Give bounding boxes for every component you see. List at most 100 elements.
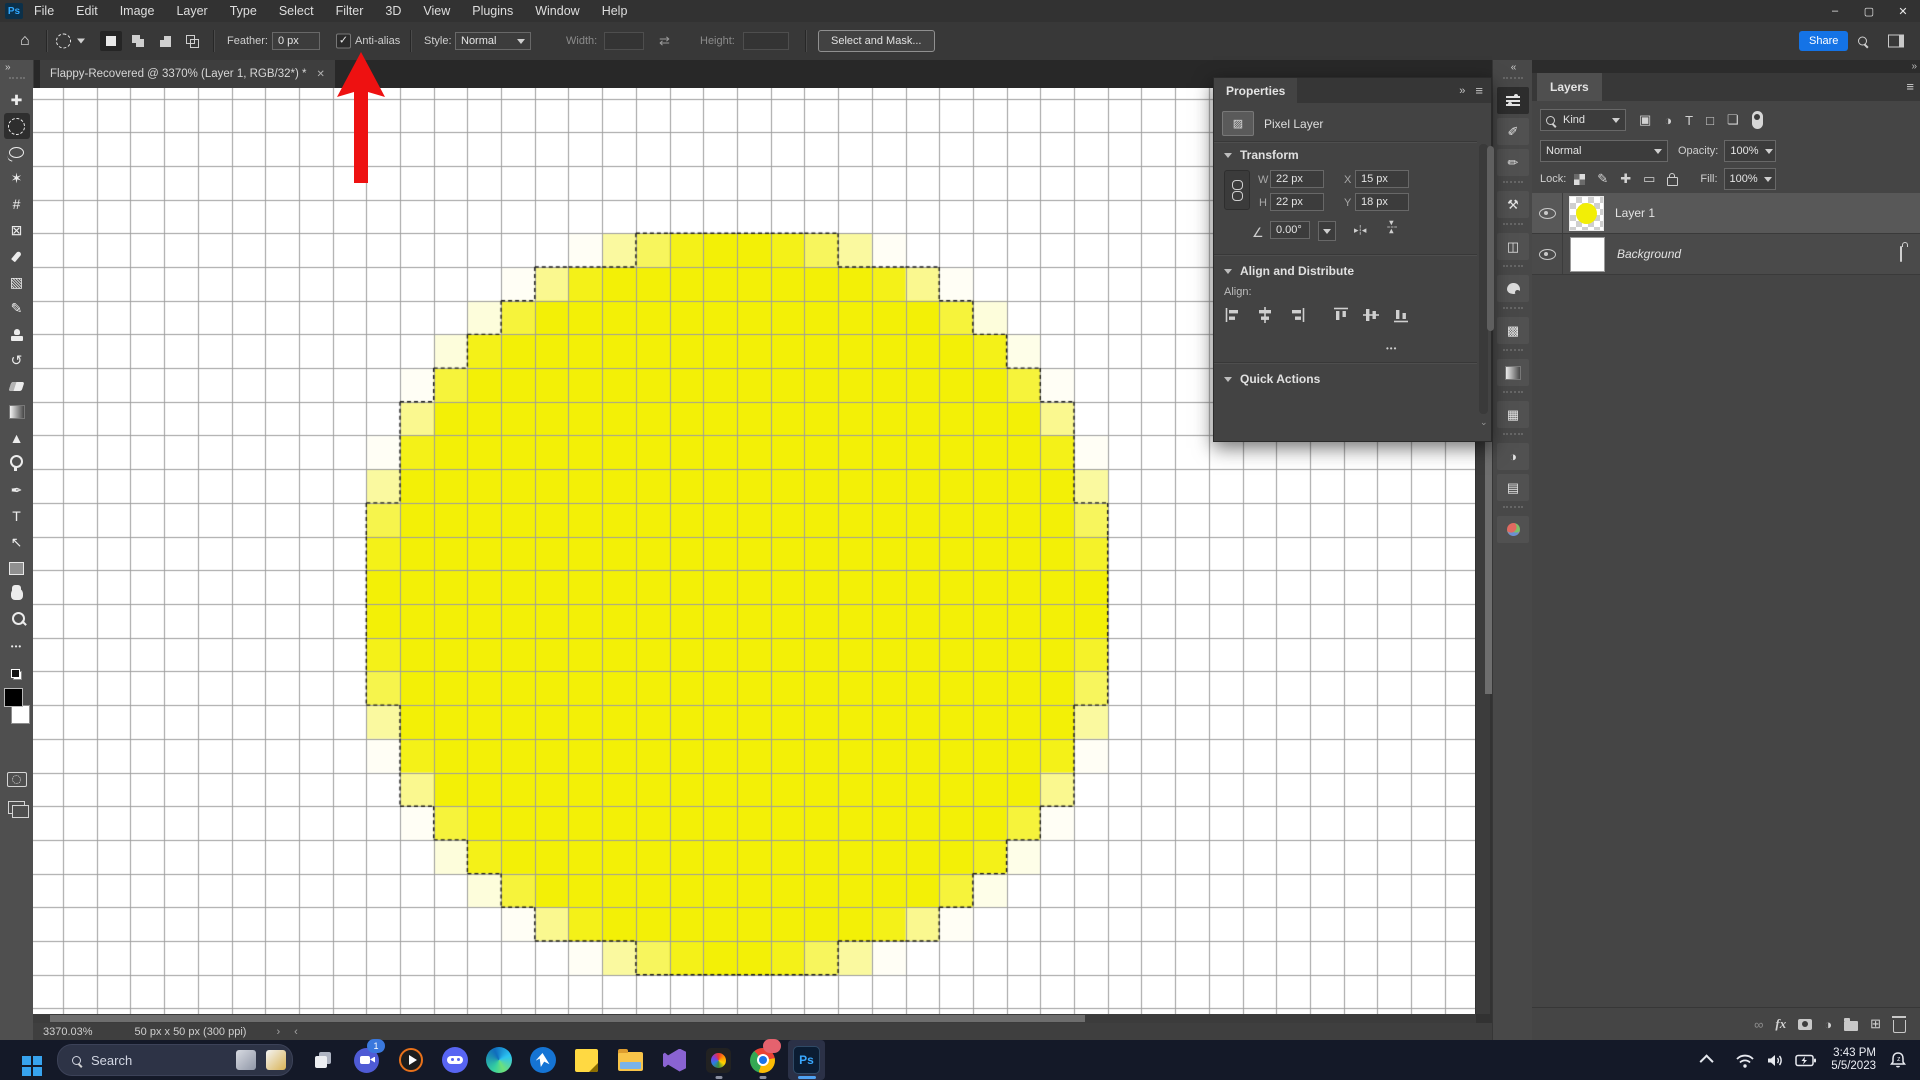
layer-effects-icon[interactable]: fx [1775,1016,1786,1032]
menu-plugins[interactable]: Plugins [461,0,524,22]
taskbar-media-player-icon[interactable] [397,1043,424,1077]
object-selection-tool[interactable]: ✶ [4,165,30,191]
tool-presets-panel-tab[interactable]: ⚒ [1497,191,1529,218]
screen-mode-button[interactable] [8,801,25,814]
layers-tab[interactable]: Layers [1537,73,1602,101]
align-more-icon[interactable]: ••• [1386,344,1397,353]
layer-thumbnail[interactable] [1570,237,1605,272]
anti-alias-checkbox[interactable]: ✓ [336,34,351,49]
foreground-color-swatch[interactable] [4,688,23,707]
start-button[interactable] [22,1056,31,1065]
horizontal-scrollbar[interactable] [33,1014,1476,1023]
taskbar-photoshop-icon[interactable]: Ps [793,1043,820,1077]
creative-cloud-panel-tab[interactable] [1497,516,1529,543]
rotation-input[interactable]: 0.00° [1270,221,1310,239]
dodge-tool[interactable] [4,451,30,477]
gradients-panel-tab[interactable] [1497,359,1529,386]
taskbar-search[interactable]: Search [57,1044,293,1076]
link-layers-icon[interactable]: ∞ [1754,1017,1763,1032]
path-select-tool[interactable]: ↖ [4,529,30,555]
layers-collapse-icon[interactable]: » [1911,61,1916,72]
menu-file[interactable]: File [23,0,65,22]
zoom-level[interactable]: 3370.03% [43,1026,93,1038]
kind-filter-select[interactable]: Kind [1540,109,1626,131]
x-value-input[interactable]: 15 px [1355,170,1409,188]
align-center-horizontal-button[interactable] [1256,306,1274,324]
taskbar-discord-icon[interactable] [441,1043,468,1077]
properties-tab[interactable]: Properties [1214,78,1297,103]
new-group-icon[interactable] [1844,1018,1858,1031]
libraries-panel-tab[interactable]: ▤ [1497,474,1529,501]
toolbar-grip[interactable] [9,77,25,84]
search-icon[interactable] [1858,37,1867,46]
scroll-down-icon[interactable]: ⌄ [1480,417,1488,428]
tab-close-icon[interactable]: ✕ [317,69,325,80]
width-input[interactable] [604,32,644,50]
align-left-button[interactable] [1224,306,1242,324]
horizontal-scrollbar-thumb[interactable] [50,1015,1085,1022]
filter-toggle-icon[interactable] [1752,111,1763,129]
menu-layer[interactable]: Layer [165,0,218,22]
tray-expand-icon[interactable] [1700,1054,1714,1068]
rectangle-tool[interactable] [4,555,30,581]
share-button[interactable]: Share [1799,31,1848,51]
properties-scrollbar[interactable]: ⌄ [1479,144,1488,414]
zoom-tool[interactable] [4,607,30,633]
pen-tool[interactable]: ✒ [4,477,30,503]
healing-brush-tool[interactable]: ▧ [4,269,30,295]
taskbar-task-view-icon[interactable] [309,1043,336,1077]
clock[interactable]: 3:43 PM 5/5/2023 [1831,1047,1876,1073]
more-tools-tool[interactable]: ••• [4,633,30,659]
flip-vertical-icon[interactable]: ▸┆◂ [1386,221,1397,232]
brush-settings-panel-tab[interactable]: ✐ [1497,118,1529,145]
eraser-tool[interactable] [4,373,30,399]
layer-row-layer-1[interactable]: Layer 1 [1532,193,1920,234]
background-color-swatch[interactable] [11,705,30,724]
menu-window[interactable]: Window [524,0,590,22]
hand-tool[interactable] [4,581,30,607]
layer-visibility-toggle[interactable] [1532,193,1563,233]
close-button[interactable]: ✕ [1886,0,1920,22]
type-tool[interactable]: T [4,503,30,529]
filter-type-layers-icon[interactable]: T [1685,113,1693,128]
select-and-mask-button[interactable]: Select and Mask... [818,30,935,52]
align-bottom-button[interactable] [1392,306,1410,324]
dock-collapse-icon[interactable]: « [1511,62,1516,73]
blend-mode-select[interactable]: Normal [1540,140,1668,162]
tool-preset-picker[interactable] [56,34,85,49]
3d-panel-tab[interactable]: ◫ [1497,233,1529,260]
filter-shape-layers-icon[interactable]: □ [1706,113,1714,128]
default-colors-widget[interactable] [11,669,22,680]
lock-pixels-icon[interactable]: ✎ [1597,171,1608,187]
filter-adjustment-layers-icon[interactable]: ◑ [1664,113,1672,128]
align-right-button[interactable] [1288,306,1306,324]
lasso-tool[interactable] [4,139,30,165]
maximize-button[interactable]: ▢ [1852,0,1886,22]
layer-row-background[interactable]: Background [1532,234,1920,275]
properties-scrollbar-thumb[interactable] [1487,146,1494,331]
lock-artboard-icon[interactable]: ▭ [1643,171,1655,187]
menu-type[interactable]: Type [219,0,268,22]
add-to-selection-button[interactable] [127,31,149,51]
elliptical-marquee-tool[interactable] [4,113,30,139]
quick-mask-button[interactable] [7,772,27,787]
toolbar-expand-icon[interactable]: » [5,62,10,73]
new-selection-button[interactable] [100,31,122,51]
taskbar-sticky-notes-icon[interactable] [573,1043,600,1077]
lock-position-icon[interactable]: ✚ [1620,171,1631,187]
quick-actions-header[interactable]: Quick Actions [1224,372,1320,386]
rotation-select[interactable] [1318,221,1336,241]
menu-edit[interactable]: Edit [65,0,109,22]
layers-menu-icon[interactable]: ≡ [1906,79,1914,94]
brush-tool[interactable]: ✎ [4,295,30,321]
style-select[interactable]: Normal [455,32,531,50]
taskbar-visual-studio-icon[interactable] [661,1043,688,1077]
eyedropper-tool[interactable] [4,243,30,269]
properties-panel-tab[interactable] [1497,87,1529,114]
layer-name[interactable]: Background [1617,247,1681,261]
lock-transparency-icon[interactable] [1574,174,1585,185]
layer-visibility-toggle[interactable] [1532,234,1563,274]
menu-view[interactable]: View [412,0,461,22]
color-panel-tab[interactable] [1497,275,1529,302]
wifi-icon[interactable] [1735,1053,1755,1068]
